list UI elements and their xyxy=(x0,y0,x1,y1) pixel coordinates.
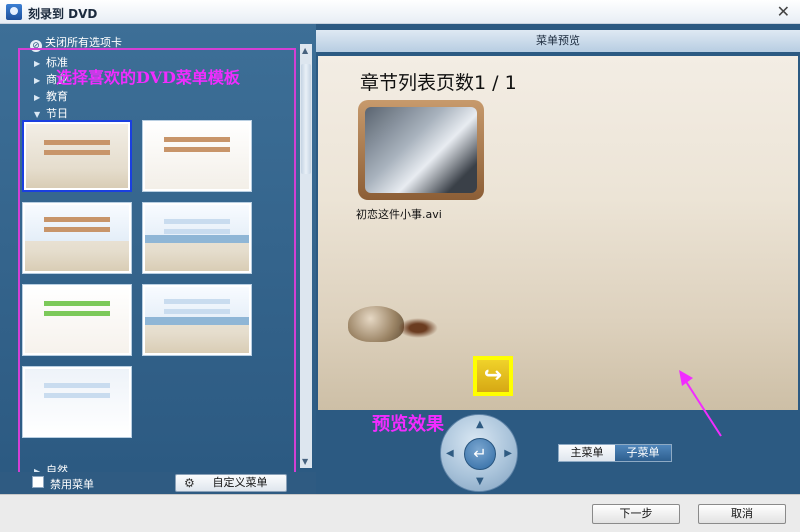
window-title: 刻录到 DVD xyxy=(28,7,98,21)
menu-preview: 章节列表页数1 / 1 初恋这件小事.avi ↪ xyxy=(318,56,798,410)
disable-menu-label: 禁用菜单 xyxy=(50,478,94,491)
template-thumb-7[interactable] xyxy=(22,366,132,438)
template-annotation: 选择喜欢的DVD菜单模板 xyxy=(56,68,240,87)
category-label: 节日 xyxy=(46,107,68,120)
nav-left-icon[interactable]: ◀ xyxy=(446,448,454,459)
close-icon[interactable]: ✕ xyxy=(777,2,790,21)
dialog-footer: 下一步 取消 xyxy=(0,494,800,532)
cancel-button[interactable]: 取消 xyxy=(698,504,786,524)
next-button[interactable]: 下一步 xyxy=(592,504,680,524)
chevron-right-icon: ▶ xyxy=(34,59,41,68)
chapter-item-name: 初恋这件小事.avi xyxy=(356,208,442,221)
custom-menu-button[interactable]: ⚙ 自定义菜单 xyxy=(175,474,287,492)
menu-switch: 主菜单 子菜单 xyxy=(558,444,672,462)
nav-down-icon[interactable]: ▼ xyxy=(476,476,484,487)
category-education[interactable]: ▶ 教育 xyxy=(34,88,68,105)
custom-menu-label: 自定义菜单 xyxy=(212,476,268,489)
chapter-thumbnail[interactable] xyxy=(358,100,484,200)
nav-up-icon[interactable]: ▲ xyxy=(476,419,484,430)
chevron-right-icon: ▶ xyxy=(34,76,41,85)
enter-icon[interactable]: ↵ xyxy=(464,438,496,470)
template-thumb-4[interactable] xyxy=(142,202,252,274)
preview-annotation: 预览效果 xyxy=(372,414,444,435)
template-options-bar: 禁用菜单 ⚙ 自定义菜单 xyxy=(0,472,316,494)
main-menu-tab[interactable]: 主菜单 xyxy=(559,445,615,461)
return-button[interactable]: ↪ xyxy=(473,356,513,396)
navigation-pad[interactable]: ▲ ▼ ◀ ▶ ↵ xyxy=(440,414,518,492)
preview-header: 菜单预览 xyxy=(316,30,800,52)
chapter-list-title: 章节列表页数1 / 1 xyxy=(360,72,517,94)
title-bar: 刻录到 DVD ✕ xyxy=(0,0,800,24)
template-thumb-6[interactable] xyxy=(142,284,252,356)
return-arrow-icon: ↪ xyxy=(477,360,509,392)
preview-background-crab xyxy=(348,306,404,342)
scroll-up-icon[interactable]: ▲ xyxy=(302,46,308,55)
template-panel: ⊘关闭所有选项卡 ▶标准 ▶商业 ▶教育 ▼节日 ▶自然 ▶其他 选择喜欢的DV… xyxy=(0,24,316,494)
sub-menu-tab[interactable]: 子菜单 xyxy=(615,445,671,461)
category-label: 教育 xyxy=(46,90,68,103)
chevron-right-icon: ▶ xyxy=(34,93,41,102)
gear-icon: ⚙ xyxy=(184,476,195,490)
nav-right-icon[interactable]: ▶ xyxy=(504,448,512,459)
app-icon xyxy=(6,4,22,20)
template-thumb-2[interactable] xyxy=(142,120,252,192)
template-thumb-3[interactable] xyxy=(22,202,132,274)
template-scrollbar[interactable]: ▲ ▼ xyxy=(300,44,312,468)
scrollbar-thumb[interactable] xyxy=(301,64,311,174)
template-thumb-5[interactable] xyxy=(22,284,132,356)
scroll-down-icon[interactable]: ▼ xyxy=(302,457,308,466)
disable-menu-checkbox[interactable] xyxy=(32,476,44,488)
annotation-arrow xyxy=(679,370,722,437)
template-thumb-1[interactable] xyxy=(22,120,132,192)
